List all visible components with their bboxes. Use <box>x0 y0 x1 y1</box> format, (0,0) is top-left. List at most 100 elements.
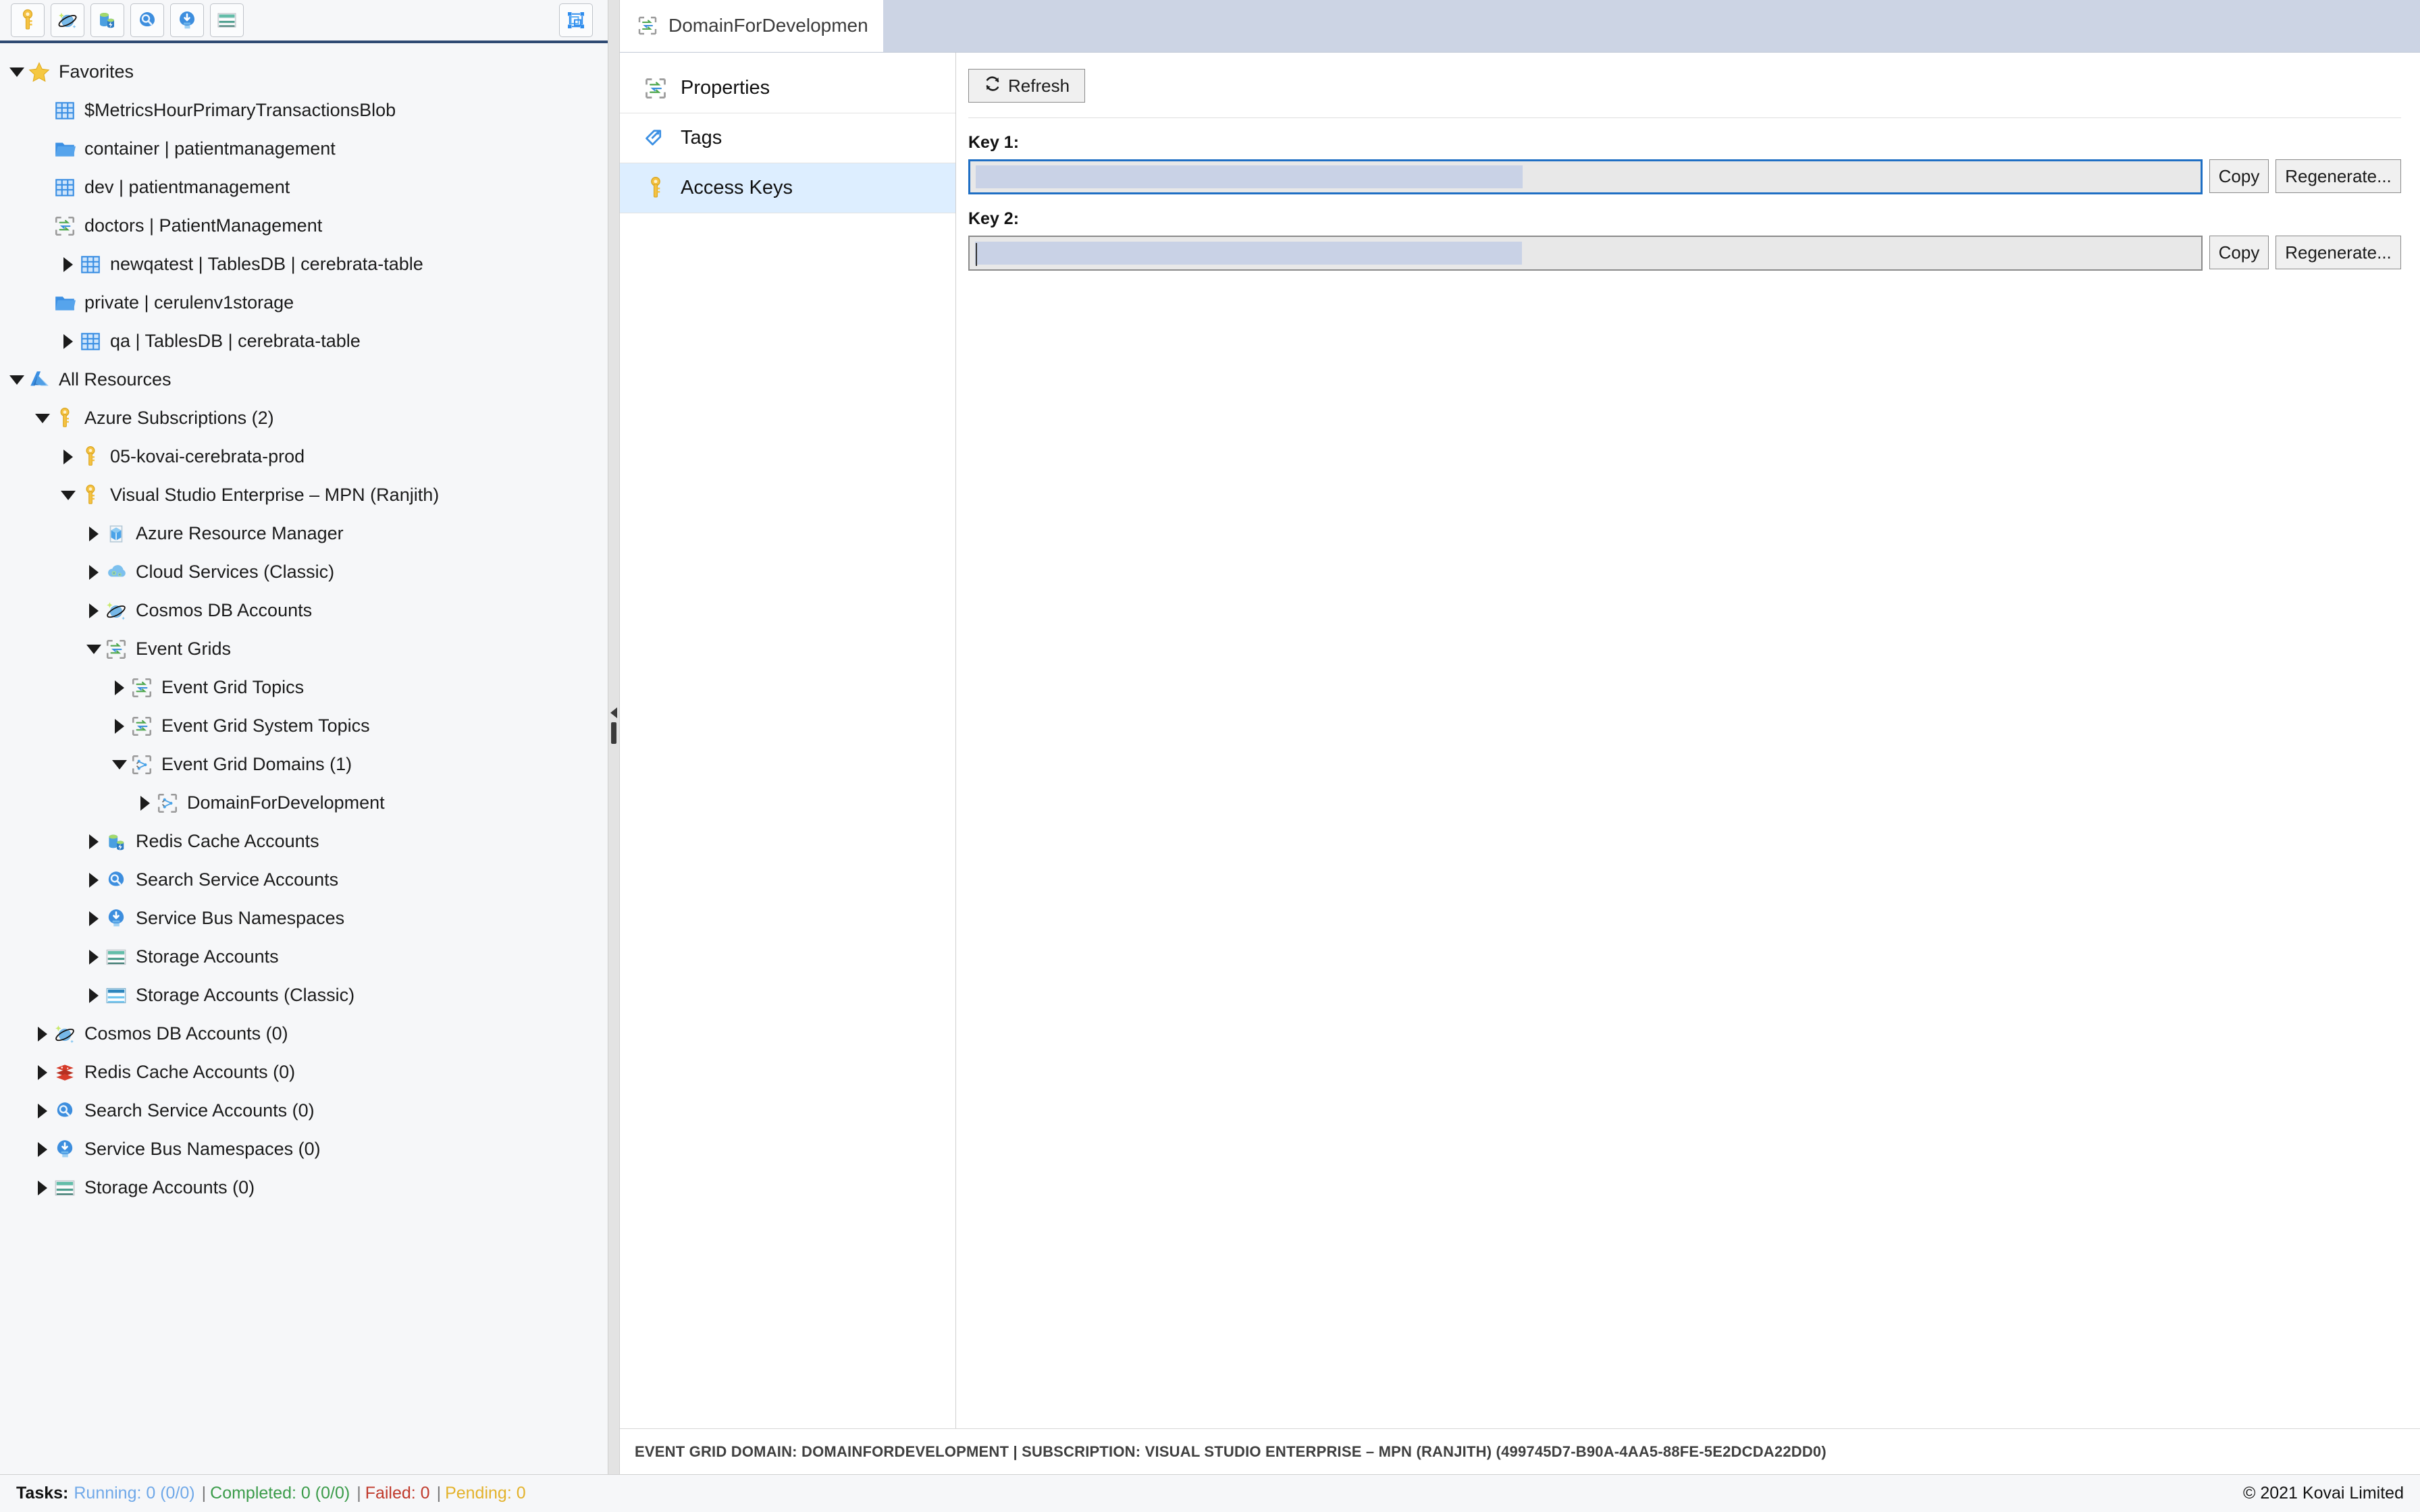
tree-item[interactable]: DomainForDevelopment <box>0 784 608 822</box>
detail-nav-list[interactable]: Properties Tags Access Keys <box>620 53 956 1428</box>
toolbar-collapse-all-button[interactable] <box>559 3 593 37</box>
tree-item[interactable]: Service Bus Namespaces <box>0 899 608 938</box>
toolbar-redis-cache-button[interactable] <box>90 3 124 37</box>
key2-text-caret <box>976 243 977 266</box>
tree-twisty-collapsed-icon[interactable] <box>135 795 155 811</box>
tree-item[interactable]: dev | patientmanagement <box>0 168 608 207</box>
service-bus-icon <box>180 11 194 29</box>
key1-copy-button[interactable]: Copy <box>2209 159 2269 193</box>
tree-twisty-collapsed-icon[interactable] <box>84 872 104 888</box>
tree-item[interactable]: Event Grid Domains (1) <box>0 745 608 784</box>
detail-content: Properties Tags Access Keys Refresh Key … <box>620 53 2420 1428</box>
tree-item[interactable]: private | cerulenv1storage <box>0 284 608 322</box>
tree-twisty-collapsed-icon[interactable] <box>58 333 78 349</box>
tree-item[interactable]: Favorites <box>0 53 608 91</box>
tree-item[interactable]: Redis Cache Accounts <box>0 822 608 861</box>
tree-item[interactable]: Service Bus Namespaces (0) <box>0 1130 608 1168</box>
nav-item-tags[interactable]: Tags <box>620 113 955 163</box>
tree-twisty-expanded-icon[interactable] <box>7 67 27 77</box>
splitter-grip[interactable] <box>611 722 616 744</box>
tree-twisty-collapsed-icon[interactable] <box>58 256 78 272</box>
tree-twisty-collapsed-icon[interactable] <box>84 949 104 965</box>
nav-item-properties[interactable]: Properties <box>620 63 955 113</box>
key2-regenerate-button[interactable]: Regenerate... <box>2276 236 2401 269</box>
tree-item[interactable]: qa | TablesDB | cerebrata-table <box>0 322 608 360</box>
tree-twisty-collapsed-icon[interactable] <box>84 564 104 580</box>
tab-strip: DomainForDevelopment Vi <box>620 0 2420 53</box>
tree-twisty-expanded-icon[interactable] <box>7 375 27 385</box>
tree-twisty-collapsed-icon[interactable] <box>84 603 104 618</box>
tree-item[interactable]: Event Grids <box>0 630 608 668</box>
tree-item[interactable]: Event Grid Topics <box>0 668 608 707</box>
tree-item[interactable]: Cosmos DB Accounts (0) <box>0 1015 608 1053</box>
tree-twisty-collapsed-icon[interactable] <box>84 526 104 541</box>
tree-twisty-collapsed-icon[interactable] <box>32 1064 53 1080</box>
splitter-collapse-arrow-icon[interactable] <box>610 707 617 718</box>
pane-splitter[interactable] <box>608 0 620 1474</box>
tree-twisty-collapsed-icon[interactable] <box>84 911 104 926</box>
tree-item-label: newqatest | TablesDB | cerebrata-table <box>110 254 423 274</box>
detail-pane: DomainForDevelopment Vi Properties Tags Ac… <box>620 0 2420 1474</box>
tree-item[interactable]: Azure Resource Manager <box>0 514 608 553</box>
tree-item-label: Azure Resource Manager <box>136 523 344 543</box>
tree-item-label: doctors | PatientManagement <box>84 215 323 236</box>
toolbar-storage-account-button[interactable] <box>210 3 244 37</box>
cerebrata-window: Favorites $MetricsHourPrimaryTransactions… <box>0 0 2420 1512</box>
tab-domain-for-development[interactable]: DomainForDevelopment Vi <box>620 0 883 52</box>
tree-item[interactable]: doctors | PatientManagement <box>0 207 608 245</box>
tree-item[interactable]: Redis Cache Accounts (0) <box>0 1053 608 1091</box>
tree-twisty-collapsed-icon[interactable] <box>32 1103 53 1118</box>
toolbar-service-bus-button[interactable] <box>170 3 204 37</box>
tree-item[interactable]: Azure Subscriptions (2) <box>0 399 608 437</box>
tree-item[interactable]: Storage Accounts <box>0 938 608 976</box>
key-icon <box>78 445 103 469</box>
tree-item[interactable]: Search Service Accounts (0) <box>0 1091 608 1130</box>
tree-item[interactable]: Storage Accounts (0) <box>0 1168 608 1207</box>
tree-twisty-collapsed-icon[interactable] <box>84 834 104 849</box>
key1-input[interactable] <box>968 159 2203 194</box>
tasks-label: Tasks: <box>16 1484 69 1503</box>
tree-twisty-expanded-icon[interactable] <box>58 490 78 500</box>
tree-twisty-collapsed-icon[interactable] <box>32 1141 53 1157</box>
nav-item-access-keys[interactable]: Access Keys <box>620 163 955 213</box>
main-split: Favorites $MetricsHourPrimaryTransactions… <box>0 0 2420 1474</box>
tags-icon <box>643 126 668 151</box>
tasks-running-status: Running: 0 (0/0) <box>74 1484 195 1503</box>
tree-item[interactable]: 05-kovai-cerebrata-prod <box>0 437 608 476</box>
toolbar-cosmos-db-button[interactable] <box>51 3 84 37</box>
tree-twisty-expanded-icon[interactable] <box>32 413 53 423</box>
tree-twisty-collapsed-icon[interactable] <box>32 1180 53 1195</box>
tree-twisty-collapsed-icon[interactable] <box>84 988 104 1003</box>
tree-item[interactable]: Storage Accounts (Classic) <box>0 976 608 1015</box>
toolbar-access-keys-button[interactable] <box>11 3 45 37</box>
explorer-toolbar <box>0 0 608 43</box>
tree-item[interactable]: newqatest | TablesDB | cerebrata-table <box>0 245 608 284</box>
nav-item-label: Properties <box>681 77 770 99</box>
tree-item-label: Service Bus Namespaces (0) <box>84 1139 321 1159</box>
tree-twisty-expanded-icon[interactable] <box>84 644 104 654</box>
tree-item[interactable]: Cloud Services (Classic) <box>0 553 608 591</box>
tree-item[interactable]: Event Grid System Topics <box>0 707 608 745</box>
access-keys-panel: Refresh Key 1: Copy Regenerate... Key 2: <box>956 53 2420 1428</box>
key2-copy-button[interactable]: Copy <box>2209 236 2269 269</box>
search-icon <box>104 868 128 892</box>
refresh-button[interactable]: Refresh <box>968 69 1086 103</box>
tree-twisty-collapsed-icon[interactable] <box>109 718 130 734</box>
toolbar-search-service-button[interactable] <box>130 3 164 37</box>
tree-item[interactable]: Visual Studio Enterprise – MPN (Ranjith) <box>0 476 608 514</box>
tree-item[interactable]: Cosmos DB Accounts <box>0 591 608 630</box>
resource-tree[interactable]: Favorites $MetricsHourPrimaryTransactions… <box>0 43 608 1474</box>
tree-item-label: Visual Studio Enterprise – MPN (Ranjith) <box>110 485 440 505</box>
tree-twisty-collapsed-icon[interactable] <box>58 449 78 464</box>
key1-regenerate-button[interactable]: Regenerate... <box>2276 159 2401 193</box>
tree-item[interactable]: container | patientmanagement <box>0 130 608 168</box>
tree-item-label: All Resources <box>59 369 172 389</box>
key2-input[interactable] <box>968 236 2203 271</box>
tree-twisty-collapsed-icon[interactable] <box>109 680 130 695</box>
tree-twisty-collapsed-icon[interactable] <box>32 1026 53 1042</box>
tree-item[interactable]: $MetricsHourPrimaryTransactionsBlob <box>0 91 608 130</box>
tree-item[interactable]: All Resources <box>0 360 608 399</box>
tree-twisty-expanded-icon[interactable] <box>109 759 130 770</box>
tree-item[interactable]: Search Service Accounts <box>0 861 608 899</box>
tree-item-label: Storage Accounts (Classic) <box>136 985 355 1005</box>
